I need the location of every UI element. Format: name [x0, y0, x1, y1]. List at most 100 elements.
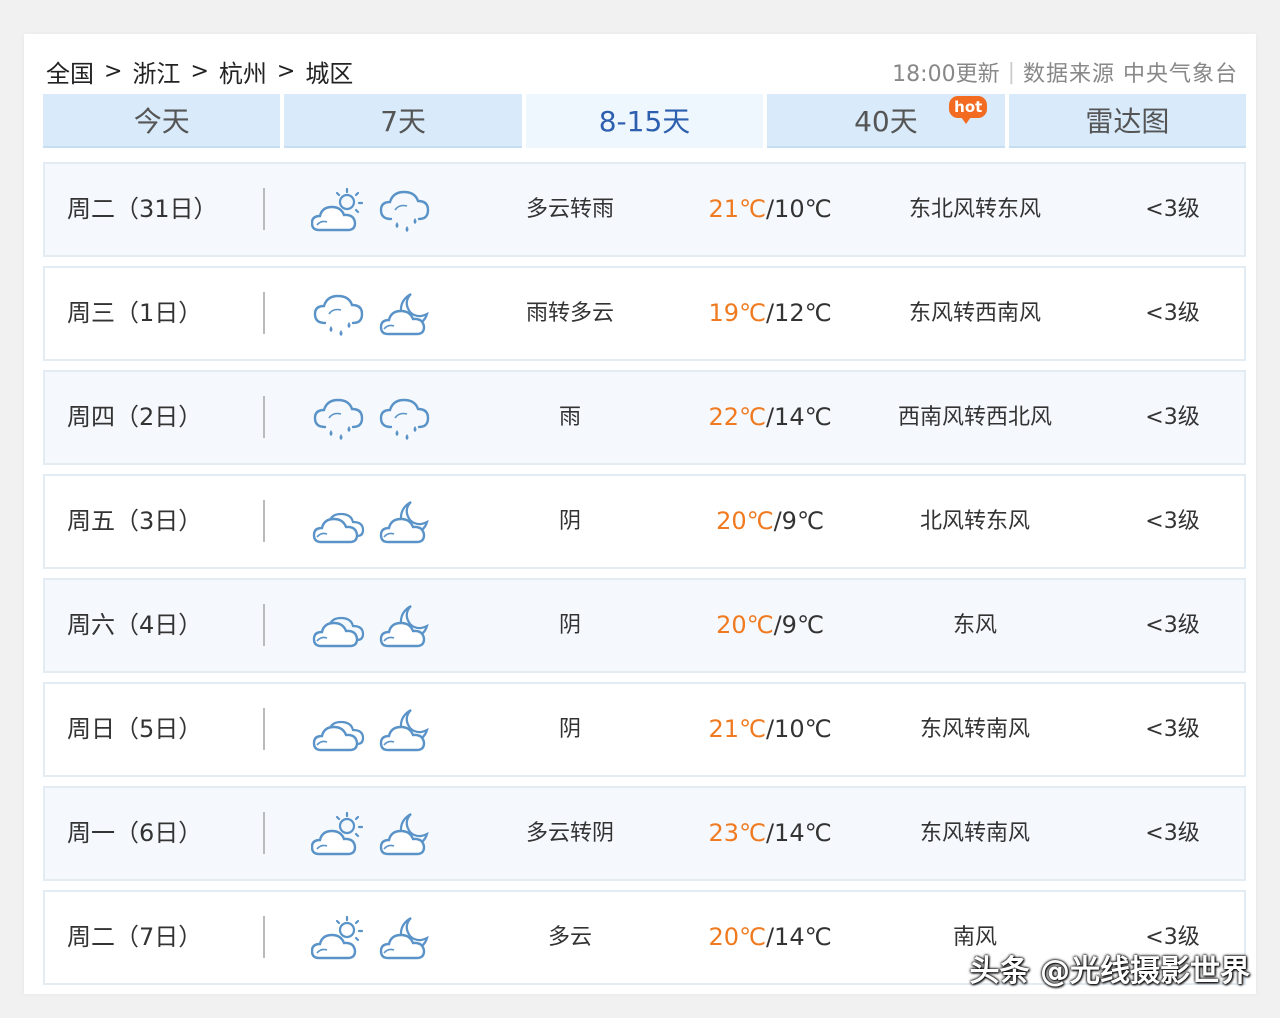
forecast-row: 周日（5日） 阴 21℃/10℃ 东风转南风 <3级	[43, 682, 1246, 777]
forecast-tabs: 今天 7天 8-15天 40天 hot 雷达图	[43, 94, 1247, 148]
breadcrumb-separator: >	[104, 59, 123, 84]
divider	[263, 708, 265, 750]
weather-desc: 阴	[558, 509, 581, 534]
wind-level: <3级	[1145, 301, 1200, 326]
high-temp: 21℃	[708, 715, 766, 743]
data-source: 数据来源 中央气象台	[1023, 62, 1238, 87]
tab-label: 今天	[133, 105, 190, 138]
tab-label: 雷达图	[1085, 105, 1170, 138]
wind-level: <3级	[1145, 821, 1200, 846]
tab-7-days[interactable]: 7天	[284, 94, 522, 148]
partly-cloudy-sun-icon	[310, 808, 367, 858]
forecast-row: 周六（4日） 阴 20℃/9℃ 东风 <3级	[43, 578, 1246, 673]
divider	[263, 604, 265, 646]
wind-direction: 东风转西南风	[908, 301, 1041, 326]
tab-today[interactable]: 今天	[43, 94, 281, 148]
rain-cloud-icon	[311, 392, 367, 442]
day-label: 周二（31日）	[67, 195, 218, 223]
breadcrumb-separator: >	[190, 59, 209, 84]
cloudy-moon-icon	[377, 288, 433, 338]
partly-cloudy-sun-icon	[310, 184, 367, 234]
forecast-row: 周三（1日） 雨转多云 19℃/12℃ 东风转西南风 <3级	[43, 266, 1246, 361]
temperature: 22℃/14℃	[665, 372, 875, 463]
tab-radar[interactable]: 雷达图	[1008, 94, 1247, 148]
wind-direction: 北风转东风	[919, 509, 1030, 534]
wind-level: <3级	[1145, 717, 1200, 742]
meta-divider: |	[1007, 59, 1015, 85]
temperature: 20℃/9℃	[665, 580, 875, 671]
weather-desc: 雨转多云	[525, 301, 614, 326]
wind-level: <3级	[1145, 197, 1200, 222]
high-temp: 20℃	[708, 923, 766, 951]
breadcrumb: 全国 > 浙江 > 杭州 > 城区	[46, 54, 353, 89]
update-meta: 18:00更新 | 数据来源 中央气象台	[892, 56, 1238, 88]
cloudy-moon-icon	[377, 600, 433, 650]
forecast-row: 周四（2日） 雨 22℃/14℃ 西南风转西北风 <3级	[43, 370, 1246, 465]
temp-separator: /	[765, 819, 775, 847]
tab-label: 7天	[380, 105, 427, 138]
breadcrumb-item-province[interactable]: 浙江	[132, 54, 180, 89]
divider	[263, 812, 265, 854]
wind-direction: 西南风转西北风	[897, 405, 1052, 430]
temperature: 21℃/10℃	[665, 164, 875, 255]
temp-separator: /	[765, 403, 775, 431]
day-label: 周一（6日）	[67, 819, 203, 847]
high-temp: 20℃	[716, 611, 774, 639]
temperature: 19℃/12℃	[665, 268, 875, 359]
breadcrumb-item-city[interactable]: 杭州	[219, 54, 267, 89]
high-temp: 19℃	[708, 299, 766, 327]
high-temp: 21℃	[708, 195, 766, 223]
day-label: 周二（7日）	[67, 923, 203, 951]
wind-level: <3级	[1145, 509, 1200, 534]
low-temp: 14℃	[774, 403, 832, 431]
forecast-row: 周一（6日） 多云转阴 23℃/14℃ 东风转南风 <3级	[43, 786, 1246, 881]
weather-desc: 多云转阴	[525, 821, 614, 846]
temperature: 20℃/14℃	[665, 892, 875, 983]
divider	[263, 500, 265, 542]
overcast-icon	[311, 600, 367, 650]
day-label: 周六（4日）	[67, 611, 203, 639]
temp-separator: /	[765, 715, 775, 743]
temp-separator: /	[773, 507, 782, 535]
overcast-icon	[311, 704, 367, 754]
weather-desc: 雨	[558, 405, 581, 430]
divider	[263, 292, 265, 334]
overcast-icon	[311, 496, 367, 546]
hot-badge: hot	[949, 96, 988, 124]
wind-direction: 东北风转东风	[908, 197, 1041, 222]
day-label: 周日（5日）	[67, 715, 203, 743]
cloudy-moon-icon	[377, 496, 433, 546]
temp-separator: /	[765, 299, 775, 327]
high-temp: 23℃	[708, 819, 766, 847]
wind-level: <3级	[1145, 613, 1200, 638]
forecast-row: 周五（3日） 阴 20℃/9℃ 北风转东风 <3级	[43, 474, 1246, 569]
low-temp: 10℃	[774, 195, 832, 223]
tab-label: 40天	[854, 105, 918, 138]
cloudy-moon-icon	[377, 912, 433, 962]
tab-40-days[interactable]: 40天 hot	[767, 94, 1005, 148]
partly-cloudy-sun-icon	[310, 912, 367, 962]
rain-cloud-icon	[311, 288, 367, 338]
weather-desc: 多云转雨	[525, 197, 614, 222]
weather-desc: 多云	[547, 925, 592, 950]
low-temp: 14℃	[774, 923, 832, 951]
temp-separator: /	[765, 923, 775, 951]
low-temp: 9℃	[781, 507, 824, 535]
day-label: 周三（1日）	[67, 299, 203, 327]
temp-separator: /	[773, 611, 782, 639]
forecast-row: 周二（31日） 多云转雨 21℃/10℃ 东北风转东风 <3级	[43, 162, 1246, 257]
high-temp: 22℃	[708, 403, 766, 431]
watermark: 头条 @光线摄影世界	[969, 954, 1250, 989]
day-label: 周五（3日）	[67, 507, 203, 535]
breadcrumb-separator: >	[276, 59, 296, 84]
rain-cloud-icon	[377, 392, 433, 442]
weather-panel: 全国 > 浙江 > 杭州 > 城区 18:00更新 | 数据来源 中央气象台 今…	[24, 34, 1256, 994]
divider	[263, 396, 265, 438]
divider	[263, 916, 265, 958]
temperature: 20℃/9℃	[665, 476, 875, 567]
temperature: 21℃/10℃	[665, 684, 875, 775]
breadcrumb-item-country[interactable]: 全国	[46, 54, 94, 89]
tab-8-15-days[interactable]: 8-15天	[525, 94, 764, 148]
temp-separator: /	[765, 195, 775, 223]
update-time: 18:00更新	[892, 62, 1000, 87]
